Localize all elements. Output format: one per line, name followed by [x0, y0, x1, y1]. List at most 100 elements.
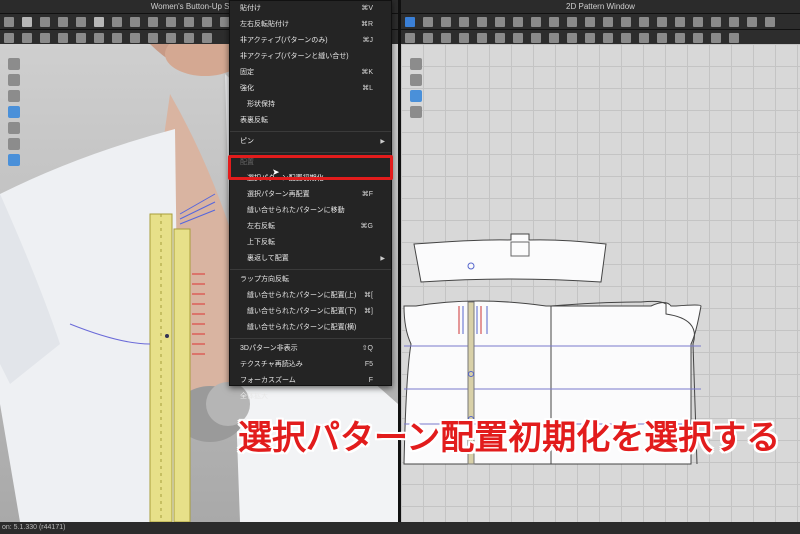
menu-item[interactable]: 非アクティブ(パターンと縫い合せ) [230, 49, 391, 65]
tool-icon[interactable] [130, 17, 140, 27]
tool-icon[interactable] [166, 33, 176, 43]
menu-item[interactable]: 非アクティブ(パターンのみ) ⌘J [230, 33, 391, 49]
menu-item[interactable]: 左右反転貼付け ⌘R [230, 17, 391, 33]
menu-item-label: 縫い合せられたパターンに移動 [247, 207, 345, 214]
tool-icon[interactable] [40, 17, 50, 27]
tool-icon[interactable] [513, 17, 523, 27]
tool-icon[interactable] [441, 17, 451, 27]
tool-icon[interactable] [747, 17, 757, 27]
tool-icon[interactable] [166, 17, 176, 27]
tool-icon[interactable] [22, 33, 32, 43]
tool-icon[interactable] [549, 17, 559, 27]
menu-item[interactable]: 貼付け ⌘V [230, 1, 391, 17]
info-icon[interactable] [410, 90, 422, 102]
texture-icon[interactable] [8, 74, 20, 86]
tool-icon[interactable] [657, 33, 667, 43]
skin-icon[interactable] [8, 138, 20, 150]
avatar-icon[interactable] [8, 58, 20, 70]
menu-item[interactable]: 縫い合せられたパターンに移動 [230, 203, 391, 219]
tool-icon[interactable] [477, 33, 487, 43]
menu-item[interactable]: ピン ▶ [230, 134, 391, 150]
tool-icon[interactable] [112, 17, 122, 27]
tool-icon[interactable] [22, 17, 32, 27]
tool-icon[interactable] [495, 33, 505, 43]
tool-icon[interactable] [76, 17, 86, 27]
tool-icon[interactable] [94, 33, 104, 43]
pen-icon[interactable] [410, 58, 422, 70]
tool-icon[interactable] [675, 33, 685, 43]
fit-icon[interactable] [410, 106, 422, 118]
menu-item[interactable]: 縫い合せられたパターンに配置(横) [230, 320, 391, 336]
tool-icon[interactable] [621, 17, 631, 27]
tool-icon[interactable] [202, 17, 212, 27]
tool-icon[interactable] [495, 17, 505, 27]
show-avatar-icon[interactable] [8, 90, 20, 102]
tool-icon[interactable] [603, 33, 613, 43]
menu-item[interactable]: 縫い合せられたパターンに配置(下) ⌘] [230, 304, 391, 320]
tool-icon[interactable] [567, 17, 577, 27]
tool-icon[interactable] [693, 17, 703, 27]
tool-icon[interactable] [531, 17, 541, 27]
tool-icon[interactable] [693, 33, 703, 43]
tool-icon[interactable] [639, 33, 649, 43]
menu-item[interactable]: 選択パターン再配置 ⌘F [230, 187, 391, 203]
tool-icon[interactable] [112, 33, 122, 43]
tool-icon[interactable] [423, 33, 433, 43]
tool-icon[interactable] [184, 33, 194, 43]
menu-item[interactable]: 縫い合せられたパターンに配置(上) ⌘[ [230, 288, 391, 304]
tool-icon[interactable] [184, 17, 194, 27]
tool-icon[interactable] [423, 17, 433, 27]
tool-icon[interactable] [477, 17, 487, 27]
menu-item[interactable]: ラップ方向反転 [230, 272, 391, 288]
menu-item[interactable]: 左右反転 ⌘G [230, 219, 391, 235]
tool-icon[interactable] [405, 33, 415, 43]
menu-item[interactable]: 強化 ⌘L [230, 81, 391, 97]
tool-icon[interactable] [148, 33, 158, 43]
tool-icon[interactable] [513, 33, 523, 43]
menu-item[interactable]: 固定 ⌘K [230, 65, 391, 81]
menu-item[interactable]: 形状保持 [230, 97, 391, 113]
tool-icon[interactable] [729, 17, 739, 27]
tool-icon[interactable] [657, 17, 667, 27]
tool-icon[interactable] [202, 33, 212, 43]
tool-icon[interactable] [621, 33, 631, 43]
tool-icon[interactable] [130, 33, 140, 43]
pattern-view-icon[interactable] [8, 154, 20, 166]
tool-icon[interactable] [729, 33, 739, 43]
tool-icon[interactable] [567, 33, 577, 43]
tool-icon[interactable] [58, 33, 68, 43]
tool-icon[interactable] [4, 17, 14, 27]
tool-icon[interactable] [765, 17, 775, 27]
menu-item-label: 固定 [240, 69, 254, 76]
tool-icon[interactable] [585, 17, 595, 27]
tool-icon[interactable] [531, 33, 541, 43]
tool-icon[interactable] [58, 17, 68, 27]
view-icon[interactable] [8, 122, 20, 134]
tool-icon[interactable] [40, 33, 50, 43]
menu-item[interactable]: 上下反転 [230, 235, 391, 251]
tool-icon[interactable] [148, 17, 158, 27]
menu-item[interactable]: 表裏反転 [230, 113, 391, 129]
mouse-cursor-icon: ➤ [272, 167, 280, 177]
tool-icon[interactable] [94, 17, 104, 27]
tool-icon[interactable] [4, 33, 14, 43]
tool-icon[interactable] [675, 17, 685, 27]
tool-icon[interactable] [603, 17, 613, 27]
select-pattern-icon[interactable] [405, 17, 415, 27]
menu-item[interactable]: 裏返して配置 ▶ [230, 251, 391, 267]
tool-icon[interactable] [549, 33, 559, 43]
show-garment-icon[interactable] [8, 106, 20, 118]
menu-item[interactable]: 3Dパターン非表示 ⇧Q [230, 341, 391, 357]
tool-icon[interactable] [441, 33, 451, 43]
tool-icon[interactable] [459, 33, 469, 43]
menu-item[interactable]: テクスチャ再読込み F5 [230, 357, 391, 373]
arrange-icon[interactable] [410, 74, 422, 86]
tool-icon[interactable] [585, 33, 595, 43]
menu-item[interactable]: 全体拡大 [230, 389, 391, 405]
tool-icon[interactable] [639, 17, 649, 27]
tool-icon[interactable] [711, 33, 721, 43]
tool-icon[interactable] [76, 33, 86, 43]
menu-item[interactable]: フォーカスズーム F [230, 373, 391, 389]
tool-icon[interactable] [711, 17, 721, 27]
tool-icon[interactable] [459, 17, 469, 27]
